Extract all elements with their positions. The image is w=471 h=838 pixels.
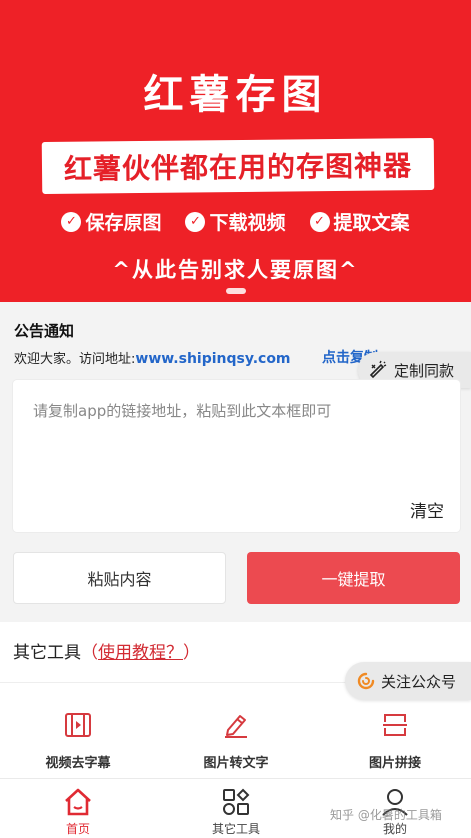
notice-text-line: 欢迎大家。访问地址:www.shipinqsy.com	[14, 348, 291, 367]
tools-icon	[223, 788, 250, 815]
banner-features: ✓ 保存原图 ✓ 下载视频 ✓ 提取文案	[0, 208, 471, 235]
tool-label: 图片拼接	[368, 756, 421, 771]
extract-button[interactable]: 一键提取	[247, 552, 460, 604]
nav-label: 首页	[65, 822, 90, 836]
tool-image-to-text[interactable]: 图片转文字	[171, 712, 301, 771]
tool-remove-subtitles[interactable]: 视频去字幕	[13, 712, 143, 771]
follow-account-label: 关注公众号	[381, 672, 457, 691]
follow-account-button[interactable]: 关注公众号	[345, 662, 471, 700]
banner-feature: ✓ 下载视频	[185, 208, 286, 235]
check-circle-icon: ✓	[309, 211, 330, 232]
link-input-card: 清空	[13, 380, 460, 532]
other-tools-heading: 其它工具（使用教程？）	[13, 638, 200, 663]
banner-subtitle: ^从此告别求人要原图^	[112, 258, 359, 282]
tool-label: 视频去字幕	[45, 756, 111, 771]
clear-button[interactable]: 清空	[410, 497, 444, 522]
notice-url[interactable]: www.shipinqsy.com	[135, 351, 290, 367]
banner-feature-label: 下载视频	[209, 212, 286, 234]
image-stitch-icon	[383, 714, 407, 736]
other-tools-title: 其它工具	[13, 643, 81, 663]
paste-button[interactable]: 粘贴内容	[13, 552, 226, 604]
custom-same-label: 定制同款	[394, 361, 455, 380]
home-icon	[65, 788, 91, 816]
tool-label: 图片转文字	[203, 756, 269, 771]
pencil-icon	[225, 715, 247, 738]
notice-text: 欢迎大家。访问地址:	[14, 352, 136, 367]
nav-item-other-tools[interactable]: 其它工具	[191, 787, 281, 837]
tutorial-link[interactable]: 使用教程？	[98, 643, 183, 663]
carousel-indicator[interactable]	[226, 288, 246, 294]
tutorial-paren-close: ）	[183, 643, 200, 663]
hero-banner[interactable]: 红薯存图 红薯伙伴都在用的存图神器 ✓ 保存原图 ✓ 下载视频 ✓ 提取文案 ^…	[0, 0, 471, 302]
tutorial-paren-open: （	[81, 643, 98, 663]
spinner-icon	[357, 672, 375, 690]
link-input[interactable]	[13, 380, 460, 490]
wand-icon	[369, 360, 387, 379]
banner-title: 红薯存图	[143, 72, 328, 118]
banner-slogan: 红薯伙伴都在用的存图神器	[63, 149, 413, 186]
check-circle-icon: ✓	[185, 211, 206, 232]
nav-label: 其它工具	[211, 822, 260, 836]
watermark: 知乎 @化暑的工具箱	[330, 808, 442, 822]
nav-item-home[interactable]: 首页	[33, 787, 123, 837]
banner-feature-label: 保存原图	[85, 212, 162, 234]
tool-image-stitch[interactable]: 图片拼接	[330, 712, 460, 771]
banner-feature: ✓ 提取文案	[309, 208, 410, 235]
banner-slogan-strip: 红薯伙伴都在用的存图神器	[41, 137, 435, 195]
video-frame-icon	[65, 713, 91, 737]
banner-feature-label: 提取文案	[333, 212, 410, 234]
check-circle-icon: ✓	[61, 211, 82, 232]
notice-title: 公告通知	[14, 322, 75, 340]
banner-feature: ✓ 保存原图	[61, 208, 161, 235]
